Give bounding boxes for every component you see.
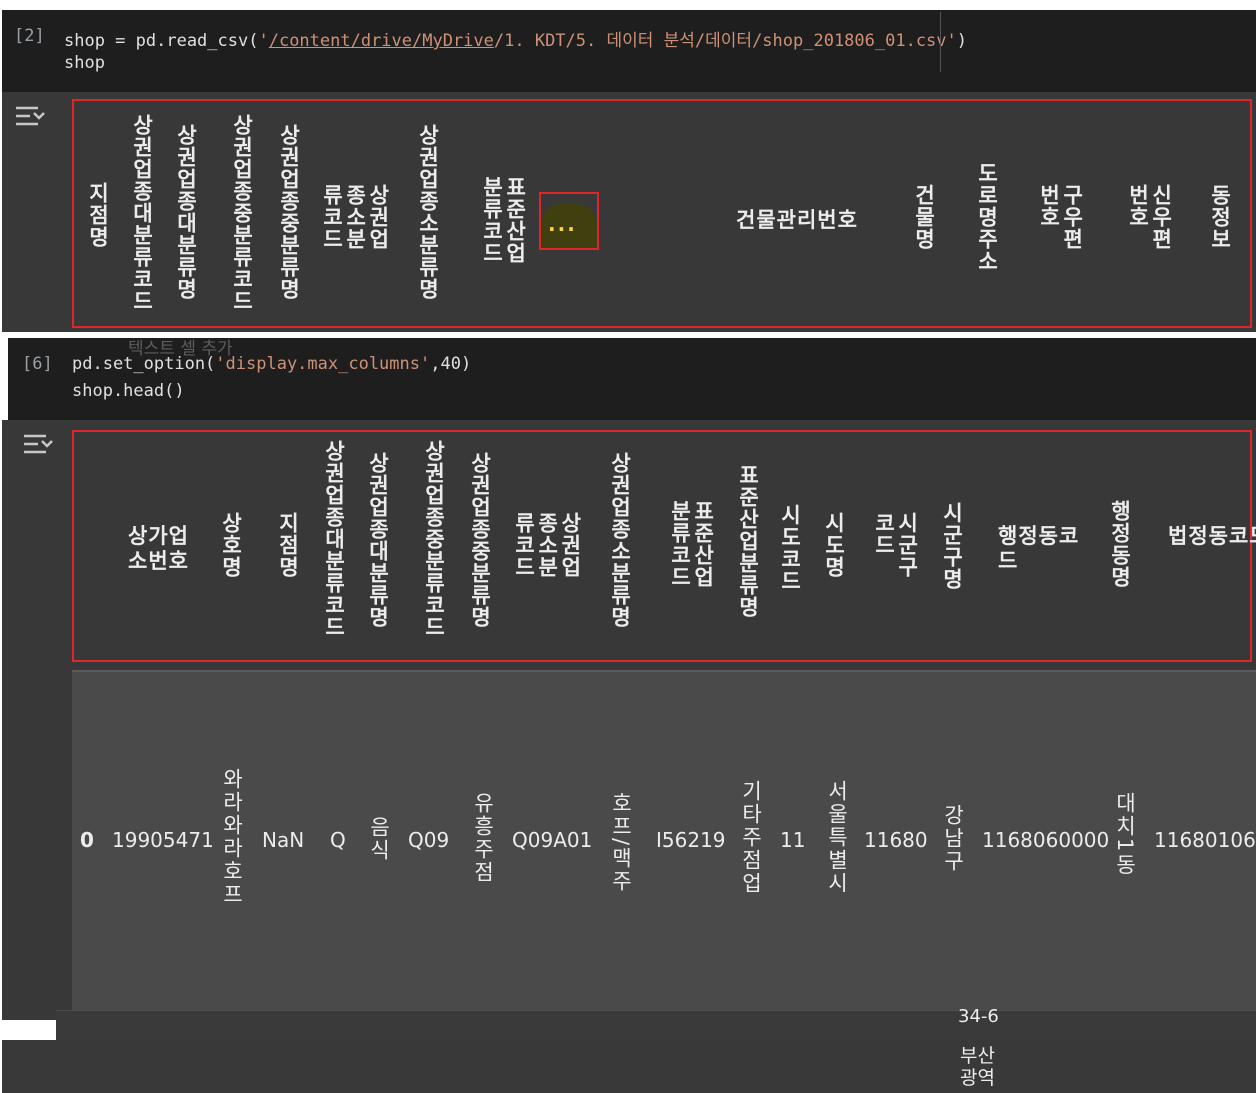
row-index: 0	[80, 828, 94, 852]
code-cell-1[interactable]	[2, 10, 1256, 92]
execution-count-2: [6]	[22, 354, 53, 374]
column-header: 상호명	[219, 512, 244, 578]
code-string-quote: '	[946, 31, 957, 51]
table-cell: 11	[780, 828, 806, 852]
output-toggle-icon[interactable]	[22, 432, 54, 458]
table-cell: 116801060	[1154, 828, 1256, 852]
column-header: 행정동코드	[998, 524, 1080, 574]
column-header: 상권업종중분류명	[277, 124, 302, 300]
column-header: 법정동코드	[1168, 524, 1256, 548]
table-row	[2, 1040, 1256, 1093]
column-header: 상권업종대분류코드	[322, 440, 347, 638]
text-cursor	[940, 12, 941, 72]
column-header: 상가업소번호	[128, 524, 189, 574]
table-cell: 서울특별시	[825, 780, 849, 895]
column-header: 시도명	[822, 512, 847, 578]
column-header: 상권업종소분류명	[608, 452, 633, 628]
column-header: 시군구코드	[872, 512, 920, 578]
column-header: 시도코드	[778, 504, 803, 592]
code-string-quote: '	[258, 31, 269, 51]
code-token: pd.set_option(	[72, 354, 216, 374]
column-header: 표준산업분류명	[736, 464, 761, 618]
table-cell: I56219	[656, 828, 726, 852]
column-header: 상권업종소분류명	[416, 124, 441, 300]
column-header: 표준산업분류코드	[668, 500, 716, 588]
execution-count-1: [2]	[14, 26, 45, 46]
truncated-columns-ellipsis[interactable]: ...	[548, 212, 577, 236]
column-header: 상권업종대분류코드	[130, 114, 155, 312]
column-header: 건물관리번호	[736, 208, 858, 232]
column-header: 상권업종중분류코드	[230, 114, 255, 312]
table-cell: 강남구	[941, 804, 965, 873]
cell-gap	[0, 332, 8, 422]
column-header: 지점명	[276, 512, 301, 578]
code-token: ,40)	[430, 354, 472, 374]
code-string: 'display.max_columns'	[215, 354, 431, 374]
column-header: 상권업종대분류명	[366, 452, 391, 628]
column-header: 동정보	[1208, 184, 1233, 250]
table-cell: 1168060000	[982, 828, 1110, 852]
drive-path-link[interactable]: /content/drive/MyDrive	[269, 31, 494, 51]
table-row	[56, 1010, 1256, 1041]
table-cell-fragment: 34-6	[958, 1006, 999, 1027]
table-cell: 기타주점업	[739, 780, 763, 895]
table-cell: Q09A01	[512, 828, 593, 852]
page-edge	[0, 1012, 2, 1093]
code-line-read-csv[interactable]: shop = pd.read_csv('/content/drive/MyDri…	[64, 26, 967, 51]
column-header: 시군구명	[940, 502, 965, 590]
column-header: 건물명	[912, 184, 937, 250]
table-cell: NaN	[262, 828, 305, 852]
table-cell: Q09	[408, 828, 450, 852]
column-header: 상권업종소분류코드	[512, 512, 583, 578]
column-header: 표준산업분류코드	[480, 176, 528, 264]
column-header: 행정동명	[1108, 500, 1133, 588]
table-cell: 호프/맥주	[609, 792, 633, 894]
code-line-shop[interactable]: shop	[64, 53, 105, 73]
table-cell: 19905471	[112, 828, 214, 852]
code-string-path: /1. KDT/5. 데이터 분석/데이터/shop_201806_01.csv	[493, 31, 947, 51]
table-cell: 와라와라호프	[220, 768, 244, 906]
column-header: 상권업종중분류코드	[422, 440, 447, 638]
output-toggle-icon[interactable]	[14, 104, 46, 130]
table-cell: 유흥주점	[471, 792, 495, 884]
code-line-head[interactable]: shop.head()	[72, 381, 185, 401]
column-header: 신우편번호	[1126, 184, 1174, 250]
column-header: 지점명	[86, 182, 111, 248]
column-header: 상권업종중분류명	[468, 452, 493, 628]
table-cell: Q	[330, 828, 346, 852]
column-header: 상권업종소분류코드	[320, 184, 391, 250]
column-header: 상권업종대분류명	[174, 124, 199, 300]
table-cell: 대치1동	[1113, 792, 1137, 877]
table-cell: 11680	[864, 828, 928, 852]
column-header: 구우편번호	[1037, 184, 1085, 250]
table-cell: 음식	[367, 816, 391, 862]
code-token: shop = pd.read_csv(	[64, 31, 259, 51]
code-line-set-option[interactable]: pd.set_option('display.max_columns',40)	[72, 354, 471, 374]
table-cell-fragment: 부산광역	[960, 1045, 995, 1089]
column-header: 도로명주소	[975, 162, 1000, 272]
code-token: )	[956, 31, 968, 51]
